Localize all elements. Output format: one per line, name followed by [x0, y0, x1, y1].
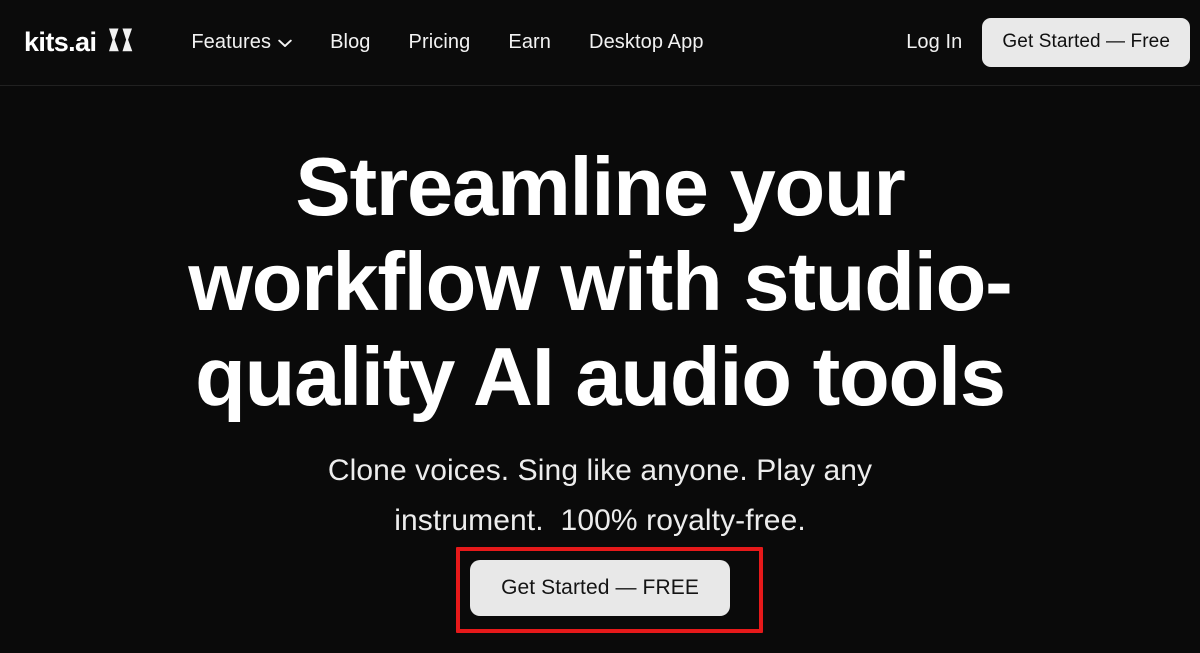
primary-nav: Features Blog Pricing Earn Desktop App	[191, 31, 703, 54]
hero-cta-container: Get Started — FREE	[470, 560, 730, 616]
hero-headline-line-3: quality AI audio tools	[195, 330, 1006, 423]
nav-item-blog-label: Blog	[330, 31, 371, 53]
brand-wordmark: kits.ai	[24, 27, 97, 57]
page-root: kits.ai Features Blog Pricing Earn Deskt…	[0, 0, 1200, 653]
nav-item-earn[interactable]: Earn	[508, 31, 551, 54]
nav-item-features-label: Features	[191, 31, 272, 53]
nav-item-pricing-label: Pricing	[408, 31, 471, 53]
hero-headline: Streamline your workflow with studio- qu…	[95, 139, 1105, 424]
hero-headline-line-1: Streamline your	[295, 140, 906, 233]
hero-section: Streamline your workflow with studio- qu…	[0, 86, 1200, 653]
nav-item-earn-label: Earn	[508, 31, 552, 53]
nav-item-features[interactable]: Features	[191, 31, 292, 54]
log-in-link[interactable]: Log In	[906, 31, 962, 54]
site-header: kits.ai Features Blog Pricing Earn Deskt…	[0, 0, 1200, 86]
brand-logo[interactable]: kits.ai	[24, 27, 137, 58]
hero-subheadline-line-2: instrument. 100% royalty-free.	[394, 504, 806, 537]
nav-item-blog[interactable]: Blog	[330, 31, 370, 54]
header-get-started-button[interactable]: Get Started — Free	[982, 18, 1190, 67]
hero-headline-line-2: workflow with studio-	[188, 235, 1012, 328]
nav-item-desktop-app-label: Desktop App	[589, 31, 704, 53]
header-actions: Log In Get Started — Free	[906, 18, 1190, 67]
chevron-down-icon	[278, 31, 292, 54]
double-chevron-k-mark-icon	[107, 27, 137, 58]
hero-get-started-button[interactable]: Get Started — FREE	[470, 560, 730, 616]
nav-item-desktop-app[interactable]: Desktop App	[589, 31, 704, 54]
nav-item-pricing[interactable]: Pricing	[409, 31, 471, 54]
hero-subheadline: Clone voices. Sing like anyone. Play any…	[250, 446, 950, 546]
hero-subheadline-line-1: Clone voices. Sing like anyone. Play any	[327, 454, 873, 487]
